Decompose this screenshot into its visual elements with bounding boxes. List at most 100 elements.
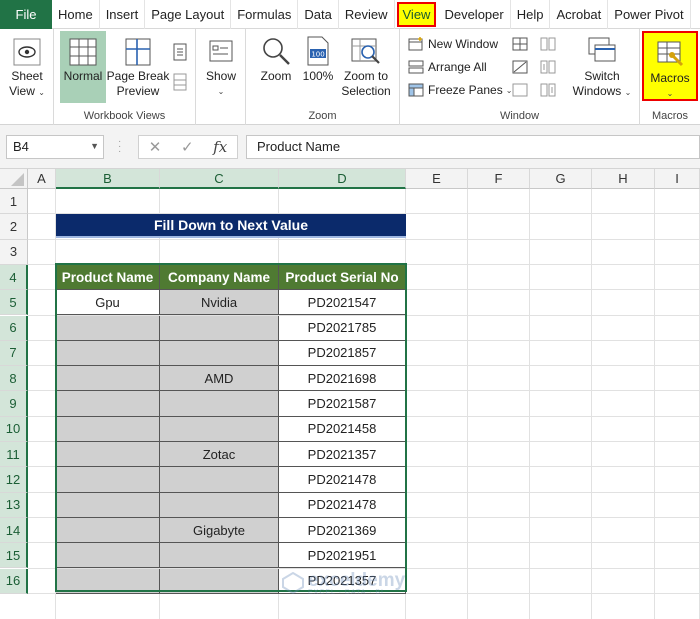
new-window-button[interactable]: New Window — [408, 37, 498, 51]
row-header-4[interactable]: 4 — [0, 264, 28, 291]
tab-page-layout[interactable]: Page Layout — [145, 0, 232, 29]
sheet-view-button[interactable]: Sheet View ⌄ — [6, 33, 48, 100]
row-header-9[interactable]: 9 — [0, 391, 28, 417]
row-header-12[interactable]: 12 — [0, 467, 28, 493]
page-break-preview-button[interactable]: Page Break Preview — [106, 33, 170, 99]
row-header-10[interactable]: 10 — [0, 416, 28, 442]
normal-view-button[interactable]: Normal — [60, 33, 106, 84]
cell-serial-no[interactable]: PD2021587 — [279, 391, 406, 417]
cell-serial-no[interactable]: PD2021478 — [279, 492, 406, 518]
cell-company-name[interactable]: AMD — [160, 366, 279, 392]
column-header-c[interactable]: C — [160, 169, 279, 189]
cell-serial-no[interactable]: PD2021951 — [279, 543, 406, 569]
tab-review[interactable]: Review — [339, 0, 395, 29]
row-header-14[interactable]: 14 — [0, 517, 28, 544]
row-header-16[interactable]: 16 — [0, 568, 28, 594]
cancel-icon[interactable]: ✕ — [149, 138, 162, 156]
zoom-100-button[interactable]: 100 100% — [300, 33, 336, 84]
cell-serial-no[interactable]: PD2021698 — [279, 366, 406, 392]
row-header-8[interactable]: 8 — [0, 366, 28, 392]
column-header-i[interactable]: I — [655, 169, 700, 189]
cell-company-name[interactable] — [160, 340, 279, 367]
row-header-6[interactable]: 6 — [0, 315, 28, 341]
cell-company-name[interactable] — [160, 315, 279, 341]
cell-company-name[interactable] — [160, 416, 279, 442]
unhide-icon[interactable] — [512, 83, 528, 100]
tab-home[interactable]: Home — [52, 0, 100, 29]
cell-product-name[interactable] — [56, 492, 160, 518]
cell-product-name[interactable] — [56, 543, 160, 569]
column-header-f[interactable]: F — [468, 169, 530, 189]
cell-company-name[interactable]: Gigabyte — [160, 517, 279, 544]
cell-product-name[interactable] — [56, 366, 160, 392]
header-product-name[interactable]: Product Name — [56, 264, 160, 291]
tab-developer[interactable]: Developer — [438, 0, 511, 29]
cell-product-name[interactable] — [56, 391, 160, 417]
synchronous-scrolling-icon[interactable] — [540, 60, 556, 77]
view-side-by-side-icon[interactable] — [540, 37, 556, 54]
row-header-15[interactable]: 15 — [0, 543, 28, 569]
split-icon[interactable] — [512, 37, 528, 54]
column-header-a[interactable]: A — [28, 169, 56, 189]
formula-input[interactable]: Product Name — [246, 135, 700, 159]
cell-company-name[interactable] — [160, 543, 279, 569]
header-company-name[interactable]: Company Name — [160, 264, 279, 291]
row-header-2[interactable]: 2 — [0, 214, 28, 240]
tab-insert[interactable]: Insert — [100, 0, 146, 29]
cell-product-name[interactable] — [56, 467, 160, 493]
column-header-e[interactable]: E — [406, 169, 468, 189]
freeze-panes-button[interactable]: Freeze Panes ⌄ — [408, 83, 512, 97]
cell-company-name[interactable] — [160, 391, 279, 417]
zoom-button[interactable]: Zoom — [256, 33, 296, 84]
reset-window-position-icon[interactable] — [540, 83, 556, 100]
hide-icon[interactable] — [512, 60, 528, 77]
name-box[interactable]: B4 ▼ — [6, 135, 104, 159]
cell-serial-no[interactable]: PD2021857 — [279, 340, 406, 367]
arrange-all-button[interactable]: Arrange All — [408, 60, 487, 74]
select-all-corner[interactable] — [0, 169, 28, 189]
row-header-1[interactable]: 1 — [0, 189, 28, 215]
column-header-b[interactable]: B — [56, 169, 160, 189]
tab-power-pivot[interactable]: Power Pivot — [608, 0, 691, 29]
column-header-h[interactable]: H — [592, 169, 655, 189]
header-serial-no[interactable]: Product Serial No — [279, 264, 406, 291]
enter-icon[interactable]: ✓ — [181, 138, 194, 156]
zoom-to-selection-button[interactable]: Zoom to Selection — [336, 33, 396, 99]
cell-company-name[interactable] — [160, 492, 279, 518]
switch-windows-button[interactable]: Switch Windows ⌄ — [570, 33, 634, 100]
macros-button[interactable]: Macros ⌄ — [644, 35, 696, 101]
cell-serial-no[interactable]: PD2021357 — [279, 442, 406, 468]
cell-serial-no[interactable]: PD2021547 — [279, 290, 406, 316]
tab-file[interactable]: File — [0, 0, 52, 29]
cell-serial-no[interactable]: PD2021478 — [279, 467, 406, 493]
cell-product-name[interactable] — [56, 315, 160, 341]
tab-formulas[interactable]: Formulas — [231, 0, 299, 29]
cell-product-name[interactable] — [56, 442, 160, 468]
cell-company-name[interactable] — [160, 568, 279, 594]
row-header-3[interactable]: 3 — [0, 239, 28, 265]
tab-acrobat[interactable]: Acrobat — [550, 0, 609, 29]
row-header-13[interactable]: 13 — [0, 492, 28, 518]
cell-product-name[interactable] — [56, 517, 160, 544]
cell-serial-no[interactable]: PD2021458 — [279, 416, 406, 442]
tab-help[interactable]: Help — [511, 0, 551, 29]
custom-views-icon[interactable] — [172, 73, 188, 94]
column-header-g[interactable]: G — [530, 169, 592, 189]
page-layout-icon[interactable] — [172, 43, 188, 64]
tab-view[interactable]: View — [396, 1, 437, 27]
tab-data[interactable]: Data — [298, 0, 339, 29]
cell-company-name[interactable]: Zotac — [160, 442, 279, 468]
drag-handle-icon[interactable]: · · · — [118, 137, 121, 157]
insert-function-icon[interactable]: fx — [213, 138, 227, 156]
row-header-7[interactable]: 7 — [0, 340, 28, 367]
cell-company-name[interactable]: Nvidia — [160, 290, 279, 316]
cell-product-name[interactable]: Gpu — [56, 290, 160, 316]
row-header-5[interactable]: 5 — [0, 290, 28, 316]
row-header-11[interactable]: 11 — [0, 442, 28, 468]
cell-product-name[interactable] — [56, 340, 160, 367]
column-header-d[interactable]: D — [279, 169, 406, 189]
cell-product-name[interactable] — [56, 568, 160, 594]
show-button[interactable]: Show ⌄ — [200, 33, 242, 99]
cell-serial-no[interactable]: PD2021369 — [279, 517, 406, 544]
cell-company-name[interactable] — [160, 467, 279, 493]
